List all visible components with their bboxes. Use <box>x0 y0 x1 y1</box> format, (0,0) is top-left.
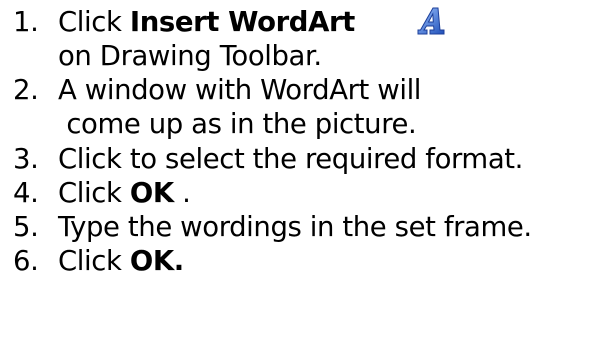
step-text: A window with WordArt will <box>58 74 422 106</box>
step-text: Click OK . <box>58 176 191 210</box>
step-text-continuation: on Drawing Toolbar. <box>58 40 322 72</box>
step-text-prefix: Click <box>58 177 130 209</box>
step-2: 2. A window with WordArt will come up as… <box>0 73 600 141</box>
step-text-bold: OK <box>129 177 174 209</box>
step-text: Type the wordings in the set frame. <box>58 211 532 243</box>
step-text-prefix: Click <box>58 6 130 38</box>
step-5: 5. Type the wordings in the set frame. <box>0 210 600 244</box>
step-number: 5. <box>13 211 39 243</box>
step-text-prefix: Click <box>58 245 130 277</box>
step-text: Click to select the required format. <box>58 143 523 175</box>
step-6: 6. Click OK. <box>0 244 600 278</box>
step-number: 6. <box>13 245 39 277</box>
step-3: 3. Click to select the required format. <box>0 142 600 176</box>
step-1: 1. Click Insert WordArt on Drawing Toolb… <box>0 5 600 73</box>
step-text-suffix: . <box>173 177 191 209</box>
step-number: 4. <box>13 177 39 209</box>
step-text-bold: Insert WordArt <box>129 6 355 38</box>
step-text-bold: OK. <box>129 245 184 277</box>
wordart-icon <box>417 7 445 35</box>
step-number: 2. <box>13 74 39 106</box>
step-text-continuation: come up as in the picture. <box>58 108 417 140</box>
step-4: 4. Click OK . <box>0 176 600 210</box>
step-number: 1. <box>13 6 39 38</box>
step-number: 3. <box>13 143 39 175</box>
step-text: Click Insert WordArt <box>58 5 355 39</box>
step-text: Click OK. <box>58 244 184 278</box>
